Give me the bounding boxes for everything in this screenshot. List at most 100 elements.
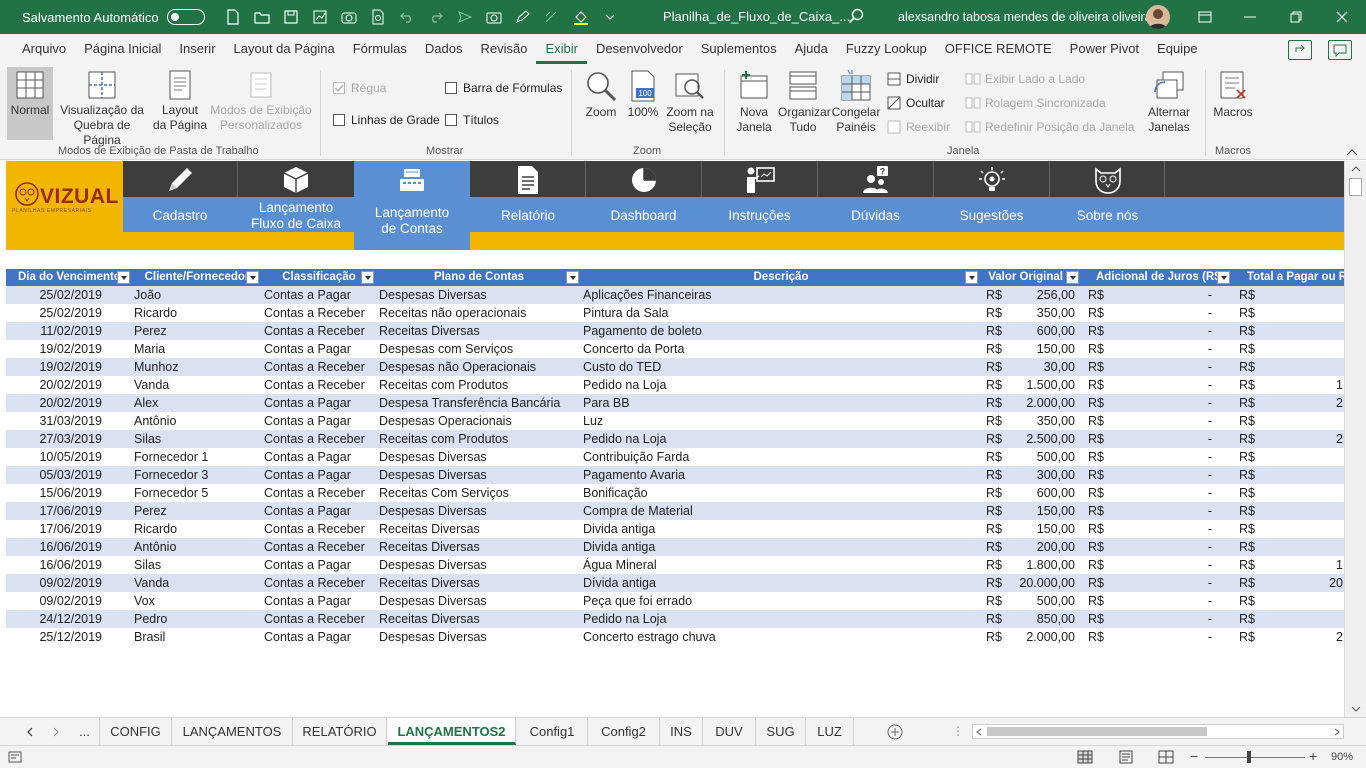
- header-client[interactable]: Cliente/Fornecedor: [133, 269, 261, 286]
- cell-client[interactable]: Antônio: [134, 538, 259, 556]
- cell-class[interactable]: Contas a Receber: [264, 610, 376, 628]
- cell-currency[interactable]: R$: [986, 358, 1006, 376]
- autosave-toggle[interactable]: [166, 9, 205, 25]
- cell-value[interactable]: 300,00: [1006, 466, 1075, 484]
- cell-plan[interactable]: Despesas Diversas: [379, 286, 582, 304]
- table-row[interactable]: 10/05/2019 Fornecedor 1 Contas a Pagar Desp…: [6, 448, 1344, 466]
- cell-currency[interactable]: R$: [986, 412, 1006, 430]
- sheet-tab-config1[interactable]: Config1: [517, 718, 588, 745]
- tab-formulas[interactable]: Fórmulas: [344, 34, 416, 64]
- send-icon[interactable]: [451, 5, 480, 29]
- cell-class[interactable]: Contas a Receber: [264, 376, 376, 394]
- cell-plan[interactable]: Receitas com Produtos: [379, 430, 582, 448]
- cell-value[interactable]: 256,00: [1006, 286, 1075, 304]
- cell-currency[interactable]: R$: [986, 610, 1006, 628]
- cell-plan[interactable]: Despesas Diversas: [379, 592, 582, 610]
- cell-currency[interactable]: R$: [1088, 304, 1108, 322]
- cell-currency[interactable]: R$: [986, 304, 1006, 322]
- cell-currency[interactable]: R$: [986, 628, 1006, 646]
- cell-currency[interactable]: R$: [1088, 484, 1108, 502]
- close-icon[interactable]: [1330, 6, 1354, 28]
- cell-interest[interactable]: -: [1108, 448, 1212, 466]
- cell-date[interactable]: 27/03/2019: [6, 430, 102, 448]
- cell-currency[interactable]: R$: [986, 538, 1006, 556]
- cell-date[interactable]: 10/05/2019: [6, 448, 102, 466]
- cell-total[interactable]: 20: [1259, 574, 1343, 592]
- cell-total[interactable]: [1259, 484, 1343, 502]
- split-button[interactable]: Dividir: [887, 72, 939, 86]
- cell-interest[interactable]: -: [1108, 484, 1212, 502]
- cell-currency[interactable]: R$: [1088, 394, 1108, 412]
- tab-power-pivot[interactable]: Power Pivot: [1061, 34, 1148, 64]
- nav-relatorio[interactable]: Relatório: [470, 161, 586, 232]
- tab-arquivo[interactable]: Arquivo: [13, 34, 75, 64]
- cell-currency[interactable]: R$: [1239, 430, 1259, 448]
- add-sheet-icon[interactable]: [887, 724, 903, 740]
- cell-currency[interactable]: R$: [986, 484, 1006, 502]
- headings-checkbox[interactable]: Títulos: [445, 113, 499, 127]
- cell-total[interactable]: 1: [1259, 556, 1343, 574]
- cell-class[interactable]: Contas a Pagar: [264, 448, 376, 466]
- cell-currency[interactable]: R$: [1088, 502, 1108, 520]
- cell-plan[interactable]: Despesa Transferência Bancária: [379, 394, 582, 412]
- cell-total[interactable]: [1259, 304, 1343, 322]
- table-row[interactable]: 19/02/2019 Maria Contas a Pagar Despesas co…: [6, 340, 1344, 358]
- cell-date[interactable]: 16/06/2019: [6, 538, 102, 556]
- cell-plan[interactable]: Despesas Diversas: [379, 466, 582, 484]
- freeze-panes-button[interactable]: Congelar Painéis: [830, 70, 882, 135]
- cell-class[interactable]: Contas a Pagar: [264, 628, 376, 646]
- horizontal-scrollbar[interactable]: [972, 724, 1344, 739]
- ruler-checkbox[interactable]: Régua: [333, 81, 386, 95]
- cell-client[interactable]: Vox: [134, 592, 259, 610]
- cell-total[interactable]: [1259, 448, 1343, 466]
- cell-plan[interactable]: Despesas Diversas: [379, 556, 582, 574]
- cell-interest[interactable]: -: [1108, 286, 1212, 304]
- cell-desc[interactable]: Concerto da Porta: [583, 340, 979, 358]
- table-row[interactable]: 19/02/2019 Munhoz Contas a Receber Despesas…: [6, 358, 1344, 376]
- cell-currency[interactable]: R$: [1239, 448, 1259, 466]
- cell-currency[interactable]: R$: [1088, 574, 1108, 592]
- filter-dropdown-icon[interactable]: [117, 271, 130, 284]
- cell-value[interactable]: 1.800,00: [1006, 556, 1075, 574]
- cell-value[interactable]: 350,00: [1006, 412, 1075, 430]
- cell-client[interactable]: Perez: [134, 322, 259, 340]
- cell-currency[interactable]: R$: [1239, 592, 1259, 610]
- cell-currency[interactable]: R$: [986, 466, 1006, 484]
- sheet-tab-more[interactable]: ...: [70, 718, 100, 745]
- cell-value[interactable]: 350,00: [1006, 304, 1075, 322]
- cell-plan[interactable]: Despesas Operacionais: [379, 412, 582, 430]
- sheet-tab-config[interactable]: CONFIG: [100, 718, 172, 745]
- customize-qat-icon[interactable]: [596, 5, 625, 29]
- cell-interest[interactable]: -: [1108, 538, 1212, 556]
- cell-desc[interactable]: Pedido na Loja: [583, 376, 979, 394]
- tab-desenvolvedor[interactable]: Desenvolvedor: [587, 34, 692, 64]
- cell-class[interactable]: Contas a Pagar: [264, 466, 376, 484]
- cell-class[interactable]: Contas a Pagar: [264, 394, 376, 412]
- cell-class[interactable]: Contas a Pagar: [264, 556, 376, 574]
- cell-class[interactable]: Contas a Pagar: [264, 502, 376, 520]
- cell-class[interactable]: Contas a Pagar: [264, 412, 376, 430]
- cell-currency[interactable]: R$: [1239, 286, 1259, 304]
- cell-interest[interactable]: -: [1108, 304, 1212, 322]
- save-icon[interactable]: [277, 5, 306, 29]
- cell-client[interactable]: Antônio: [134, 412, 259, 430]
- cell-currency[interactable]: R$: [1239, 538, 1259, 556]
- nav-duvidas[interactable]: ? Dúvidas: [818, 161, 933, 232]
- cell-interest[interactable]: -: [1108, 502, 1212, 520]
- cell-currency[interactable]: R$: [1088, 592, 1108, 610]
- cell-date[interactable]: 17/06/2019: [6, 502, 102, 520]
- sheet-tab-lancamentos2[interactable]: LANÇAMENTOS2: [388, 718, 516, 745]
- sheet-tab-duv[interactable]: DUV: [703, 718, 756, 745]
- unhide-button[interactable]: Reexibir: [887, 120, 950, 134]
- print-preview-icon[interactable]: [364, 5, 393, 29]
- open-folder-icon[interactable]: [248, 5, 277, 29]
- tab-fuzzy-lookup[interactable]: Fuzzy Lookup: [837, 34, 936, 64]
- cell-currency[interactable]: R$: [1239, 466, 1259, 484]
- filter-dropdown-icon[interactable]: [1066, 271, 1079, 284]
- cell-total[interactable]: [1259, 538, 1343, 556]
- cell-plan[interactable]: Receitas Diversas: [379, 574, 582, 592]
- cell-total[interactable]: [1259, 286, 1343, 304]
- new-file-icon[interactable]: [219, 5, 248, 29]
- cell-currency[interactable]: R$: [986, 556, 1006, 574]
- sheet-tab-sug[interactable]: SUG: [756, 718, 806, 745]
